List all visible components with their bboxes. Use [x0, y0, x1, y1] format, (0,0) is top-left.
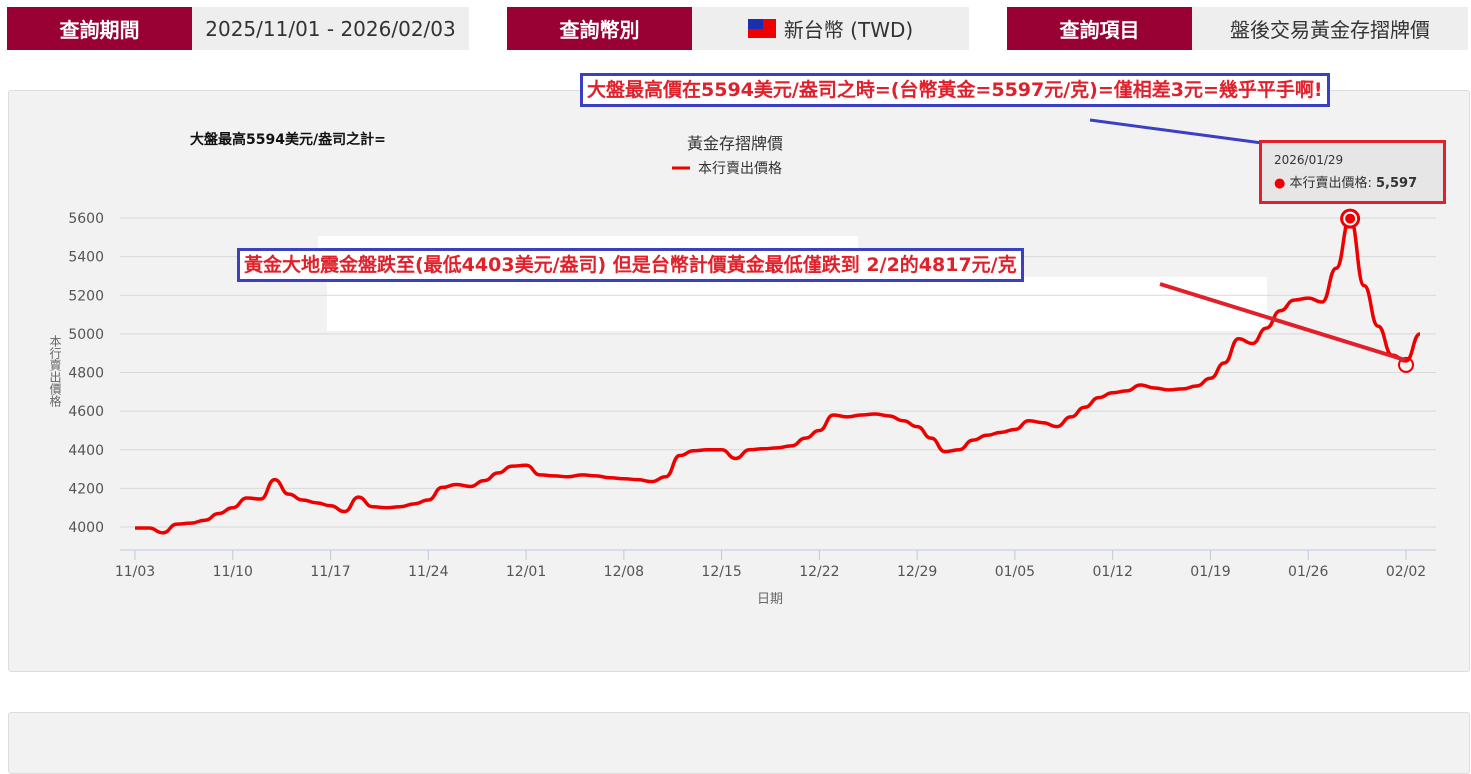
y-tick-label: 5400 [68, 250, 104, 266]
tooltip-value: 5,597 [1376, 176, 1418, 191]
x-tick-label: 12/22 [799, 564, 839, 580]
tooltip-date: 2026/01/29 [1274, 153, 1344, 167]
mid-note: 黃金大地震金盤跌至(最低4403美元/盎司) 但是台幣計價黃金最低僅跌到 2/2… [237, 248, 1024, 282]
legend-label[interactable]: 本行賣出價格 [698, 160, 782, 177]
y-tick-label: 5600 [68, 211, 104, 227]
tooltip-series: 本行賣出價格: [1289, 176, 1372, 191]
y-tick-label: 4800 [68, 366, 104, 382]
dot-icon: ● [1274, 176, 1286, 191]
y-tick-label: 4600 [68, 404, 104, 420]
x-tick-label: 01/12 [1093, 564, 1133, 580]
y-tick-label: 4200 [68, 481, 104, 497]
x-tick-label: 12/01 [506, 564, 546, 580]
y-tick-label: 4000 [68, 520, 104, 536]
x-tick-label: 11/24 [408, 564, 448, 580]
y-tick-label: 4400 [68, 443, 104, 459]
x-tick-label: 12/15 [701, 564, 741, 580]
x-tick-label: 01/05 [995, 564, 1035, 580]
x-tick-label: 11/10 [213, 564, 253, 580]
top-note: 大盤最高價在5594美元/盎司之時=(台幣黃金=5597元/克)=僅相差3元=幾… [580, 73, 1330, 107]
line-chart: 4000 4200 4400 4600 4800 5000 5200 5400 5600 11/0… [48, 118, 1436, 607]
chart-title: 黃金存摺牌價 [687, 134, 783, 153]
tooltip: 2026/01/29 ● 本行賣出價格: 5,597 [1259, 140, 1446, 204]
arrow-top [1089, 118, 1263, 145]
x-tick-label: 01/19 [1190, 564, 1230, 580]
y-axis-title: 本行賣出價格 [48, 335, 62, 407]
x-tick-label: 11/17 [310, 564, 350, 580]
x-tick-label: 11/03 [115, 564, 155, 580]
y-tick-label: 5200 [68, 288, 104, 304]
x-tick-label: 02/02 [1386, 564, 1426, 580]
y-tick-label: 5000 [68, 327, 104, 343]
left-note: 大盤最高5594美元/盎司之計= [190, 131, 386, 148]
x-tick-label: 12/08 [604, 564, 644, 580]
x-tick-label: 12/29 [897, 564, 937, 580]
x-axis-title: 日期 [757, 592, 783, 607]
x-tick-label: 01/26 [1288, 564, 1328, 580]
